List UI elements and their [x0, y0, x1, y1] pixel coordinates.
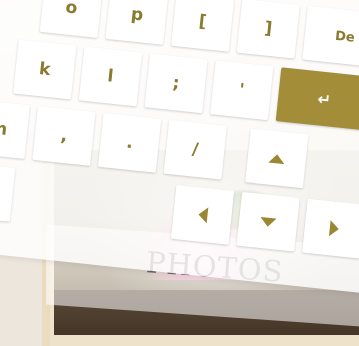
key-label: ;	[171, 73, 181, 94]
key-label: .	[125, 132, 134, 154]
key-label: l	[106, 66, 115, 87]
key-slash[interactable]: /	[163, 119, 227, 180]
left-arrow-icon	[197, 206, 208, 224]
key-label: [	[197, 11, 208, 33]
key-label: De	[334, 28, 356, 46]
key-label: ]	[263, 18, 274, 40]
down-arrow-icon	[259, 216, 277, 228]
key-label: k	[38, 59, 52, 81]
key-m[interactable]: m	[0, 99, 31, 159]
on-screen-keyboard: o p [ ] De k l ; ' ↵ m , . /	[0, 0, 359, 297]
key-label: ,	[59, 125, 69, 147]
key-period[interactable]: .	[97, 112, 162, 173]
key-k[interactable]: k	[13, 39, 77, 100]
key-p[interactable]: p	[105, 0, 169, 45]
right-arrow-key[interactable]	[302, 198, 359, 259]
key-label: /	[191, 139, 200, 161]
key-comma[interactable]: ,	[32, 106, 96, 166]
key-label: m	[0, 118, 9, 140]
key-label: '	[238, 80, 246, 101]
key-l[interactable]: l	[78, 46, 143, 107]
key-label: o	[64, 0, 79, 19]
key-semicolon[interactable]: ;	[144, 53, 208, 114]
key-right-bracket[interactable]: ]	[236, 0, 300, 59]
key-delete[interactable]: De	[302, 5, 359, 68]
up-arrow-icon	[268, 153, 286, 164]
key-quote[interactable]: '	[210, 60, 274, 121]
space-key[interactable]	[0, 156, 16, 222]
right-arrow-icon	[328, 220, 340, 238]
key-left-bracket[interactable]: [	[171, 0, 235, 52]
up-arrow-key[interactable]	[245, 128, 309, 189]
down-arrow-key[interactable]	[236, 191, 300, 252]
key-label: p	[129, 4, 145, 26]
return-arrow-icon: ↵	[316, 88, 332, 110]
left-arrow-key[interactable]	[170, 184, 235, 245]
enter-key[interactable]: ↵	[275, 67, 359, 131]
key-o[interactable]: o	[39, 0, 104, 38]
